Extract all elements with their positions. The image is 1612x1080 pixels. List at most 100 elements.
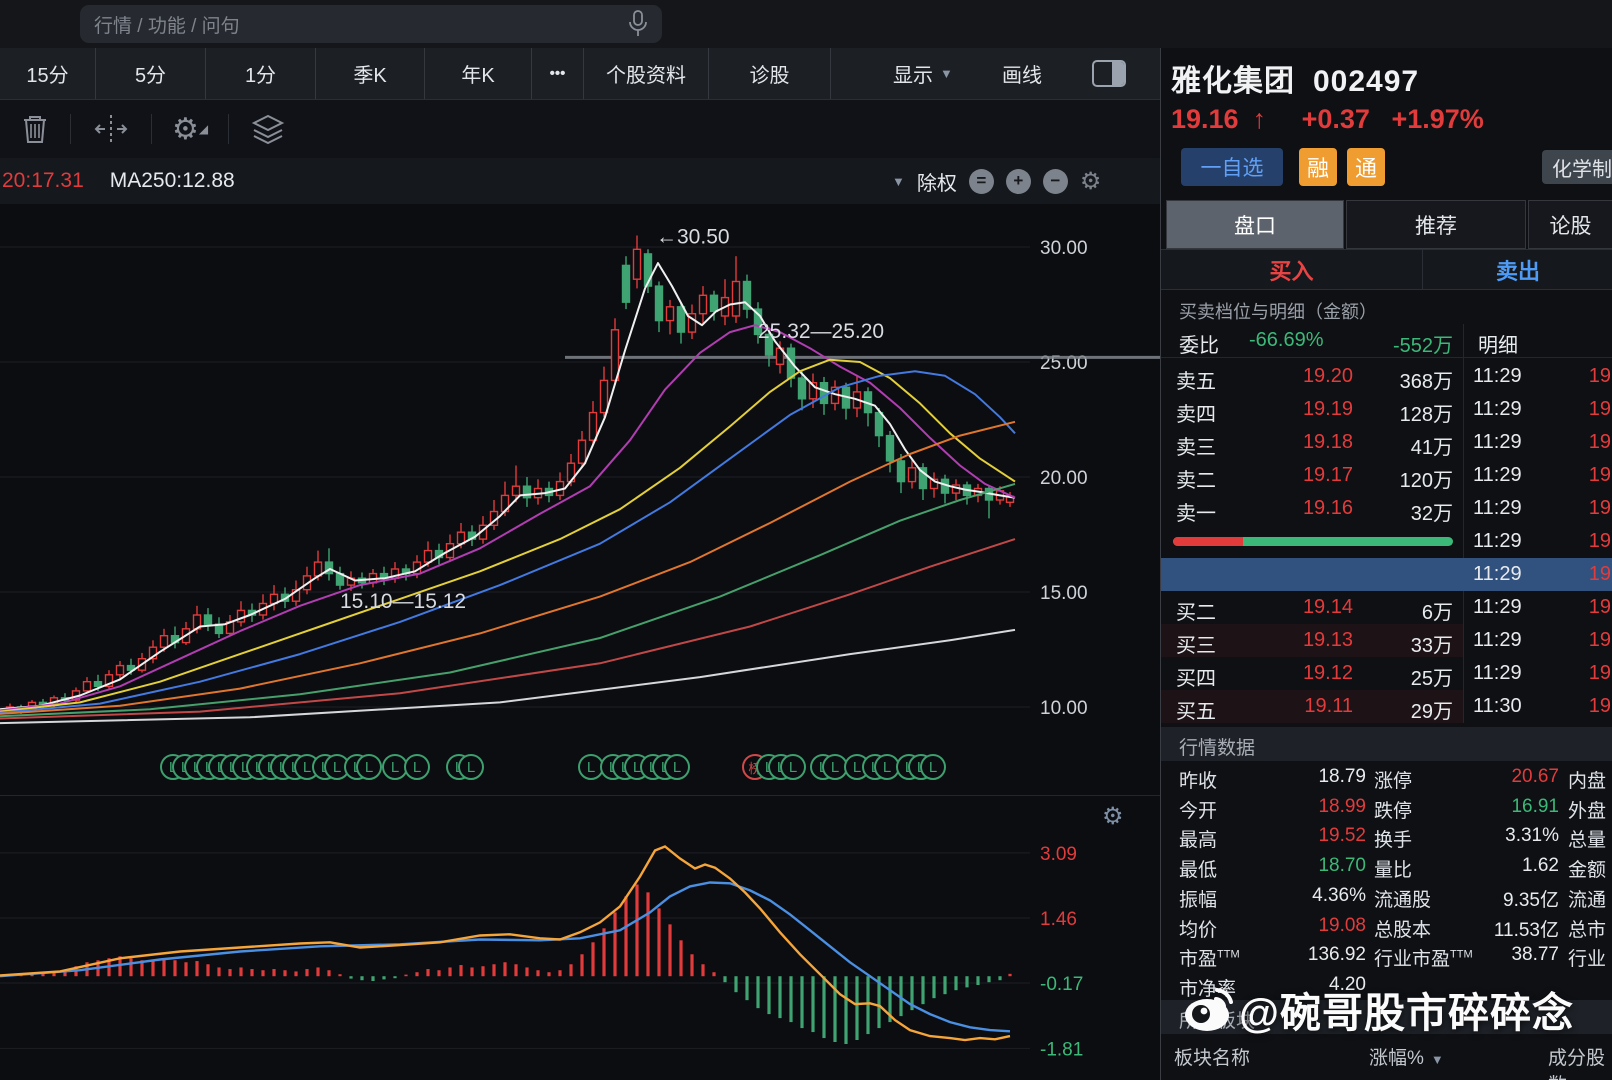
tab-period-8[interactable]: 诊股: [709, 48, 831, 99]
quote-data-row: 昨收18.79涨停20.67内盘: [1161, 762, 1612, 792]
zoom-in-circle-icon[interactable]: +: [1006, 169, 1031, 194]
sector-col-count[interactable]: 成分股数: [1548, 1043, 1612, 1080]
display-label: 显示: [893, 59, 933, 88]
trade-tick-row[interactable]: 11:2919: [1463, 525, 1612, 558]
svg-text:20.00: 20.00: [1040, 468, 1088, 489]
sell-button[interactable]: 卖出: [1423, 250, 1612, 289]
trade-tick-row[interactable]: 11:2919: [1463, 393, 1612, 426]
tab-period-5[interactable]: 年K: [425, 48, 532, 99]
remove-watchlist-button[interactable]: 一自选: [1181, 148, 1283, 186]
search-input[interactable]: 行情 / 功能 / 问句: [80, 5, 662, 43]
tab-period-6[interactable]: •••: [532, 48, 584, 99]
buy-button[interactable]: 买入: [1161, 250, 1423, 289]
tab-period-2[interactable]: 5分: [96, 48, 206, 99]
tab-period-3[interactable]: 1分: [206, 48, 316, 99]
trade-tick-row[interactable]: 11:2919: [1463, 426, 1612, 459]
svg-text:1.46: 1.46: [1040, 909, 1077, 930]
trade-tick-row[interactable]: 11:2919: [1463, 657, 1612, 690]
compare-circle-icon[interactable]: =: [969, 169, 994, 194]
weibi-amount: -552万: [1393, 329, 1453, 358]
chart-settings-gear-icon[interactable]: ⚙: [1080, 167, 1102, 195]
tab-period-7[interactable]: 个股资料: [584, 48, 709, 99]
last-price: 19.16: [1171, 104, 1239, 134]
stock-title: 雅化集团002497: [1171, 56, 1419, 100]
svg-text:25.32—25.20: 25.32—25.20: [758, 320, 884, 343]
stock-code: 002497: [1313, 65, 1419, 98]
watermark: @碗哥股市碎碎念: [1181, 978, 1612, 1040]
display-dropdown[interactable]: 显示 ▼: [893, 48, 953, 99]
tab-order-book[interactable]: 盘口: [1166, 200, 1344, 249]
bid-level-row[interactable]: 买四19.1225万: [1161, 657, 1463, 690]
sector-column-row: 板块名称 涨幅%▼ 成分股数: [1161, 1043, 1612, 1073]
bid-level-row[interactable]: 买二19.146万: [1161, 591, 1463, 624]
ma250-value: MA250:12.88: [110, 169, 235, 193]
announcement-l-icon[interactable]: L: [780, 754, 806, 780]
bid-ask-ratio-bar: [1173, 537, 1453, 546]
exright-toggle[interactable]: 除权: [917, 167, 957, 196]
ma120-value: 20:17.31: [2, 169, 84, 193]
chevron-down-icon[interactable]: ▼: [892, 174, 905, 189]
svg-text:-1.81: -1.81: [1040, 1039, 1083, 1060]
trade-tick-row[interactable]: 11:2919: [1463, 360, 1612, 393]
macd-settings-gear-icon[interactable]: ⚙: [1102, 802, 1124, 830]
settings-gear-icon[interactable]: ⚙◢: [172, 112, 208, 147]
trade-tick-row[interactable]: 11:2919: [1463, 624, 1612, 657]
trade-tick-row[interactable]: 11:2919: [1463, 492, 1612, 525]
quote-data-row: 市盈TTM136.92行业市盈TTM38.77行业: [1161, 940, 1612, 970]
ask-level-row[interactable]: 卖五19.20368万: [1161, 360, 1463, 393]
svg-text:10.00: 10.00: [1040, 698, 1088, 719]
ask-level-row[interactable]: 卖四19.19128万: [1161, 393, 1463, 426]
margin-badge[interactable]: 融: [1299, 148, 1337, 186]
stock-app-window: 行情 / 功能 / 问句 15分5分1分季K年K•••个股资料诊股 显示 ▼ 画…: [0, 0, 1612, 1080]
layers-icon[interactable]: [249, 113, 287, 145]
announcement-l-icon[interactable]: L: [664, 754, 690, 780]
panel-split-icon[interactable]: [1092, 60, 1126, 87]
draw-line-label: 画线: [1002, 59, 1042, 88]
horizontal-expand-icon[interactable]: [91, 114, 131, 144]
bid-level-row[interactable]: 买五19.1129万: [1161, 690, 1463, 723]
chevron-down-icon: ▼: [940, 66, 953, 81]
tab-recommend[interactable]: 推荐: [1346, 200, 1526, 249]
tab-forum[interactable]: 论股: [1528, 200, 1612, 249]
ask-level-row[interactable]: 卖三19.1841万: [1161, 426, 1463, 459]
trade-tick-row[interactable]: 11:2919: [1463, 591, 1612, 624]
announcement-l-icon[interactable]: L: [458, 754, 484, 780]
draw-line-button[interactable]: 画线: [1002, 48, 1042, 99]
top-bar: 行情 / 功能 / 问句: [0, 0, 1612, 48]
announcement-l-icon[interactable]: L: [356, 754, 382, 780]
quote-panel: 雅化集团002497 19.16↑ +0.37 +1.97% 一自选 融 通 化…: [1160, 48, 1612, 1080]
bid-level-row[interactable]: 买三19.1333万: [1161, 624, 1463, 657]
industry-tag[interactable]: 化学制: [1542, 150, 1612, 184]
price-change: +0.37: [1302, 104, 1370, 134]
chevron-down-icon: ▼: [1431, 1052, 1444, 1067]
announcement-l-icon[interactable]: L: [920, 754, 946, 780]
announcement-l-icon[interactable]: L: [404, 754, 430, 780]
tab-period-1[interactable]: 15分: [0, 48, 96, 99]
sector-col-change[interactable]: 涨幅%▼: [1369, 1043, 1444, 1070]
period-tab-bar: 15分5分1分季K年K•••个股资料诊股 显示 ▼ 画线: [0, 48, 1160, 100]
ask-level-row[interactable]: 卖二19.17120万: [1161, 459, 1463, 492]
macd-panel: 3.091.46-0.17-1.81 ⚙: [0, 795, 1160, 1080]
panel-tab-bar: 盘口 推荐 论股: [1161, 200, 1612, 250]
detail-header[interactable]: 明细: [1478, 329, 1518, 358]
candlestick-chart[interactable]: 30.0025.0020.0015.0010.00←30.5025.32—25.…: [0, 204, 1160, 744]
trade-tick-row[interactable]: 11:3019: [1463, 690, 1612, 723]
microphone-icon[interactable]: [628, 9, 648, 39]
chart-toolbar: ⚙◢: [0, 100, 1160, 158]
trash-icon[interactable]: [20, 112, 50, 146]
quote-data-row: 最低18.70量比1.62金额: [1161, 851, 1612, 881]
connect-badge[interactable]: 通: [1347, 148, 1385, 186]
zoom-out-circle-icon[interactable]: −: [1043, 169, 1068, 194]
price-change-pct: +1.97%: [1391, 104, 1483, 134]
quote-data-header: 行情数据: [1161, 727, 1612, 761]
quote-data-row: 最高19.52换手3.31%总量: [1161, 821, 1612, 851]
sector-col-name[interactable]: 板块名称: [1174, 1043, 1250, 1070]
svg-text:15.00: 15.00: [1040, 583, 1088, 604]
tab-period-4[interactable]: 季K: [316, 48, 425, 99]
macd-chart[interactable]: 3.091.46-0.17-1.81: [0, 796, 1160, 1080]
trade-tick-row[interactable]: 11:2919: [1463, 459, 1612, 492]
weibi-row: 委比 -66.69% -552万 明细: [1161, 324, 1612, 358]
trade-tick-row[interactable]: 11:2919: [1463, 558, 1612, 591]
weibi-pct: -66.69%: [1249, 329, 1324, 352]
ask-level-row[interactable]: 卖一19.1632万: [1161, 492, 1463, 525]
